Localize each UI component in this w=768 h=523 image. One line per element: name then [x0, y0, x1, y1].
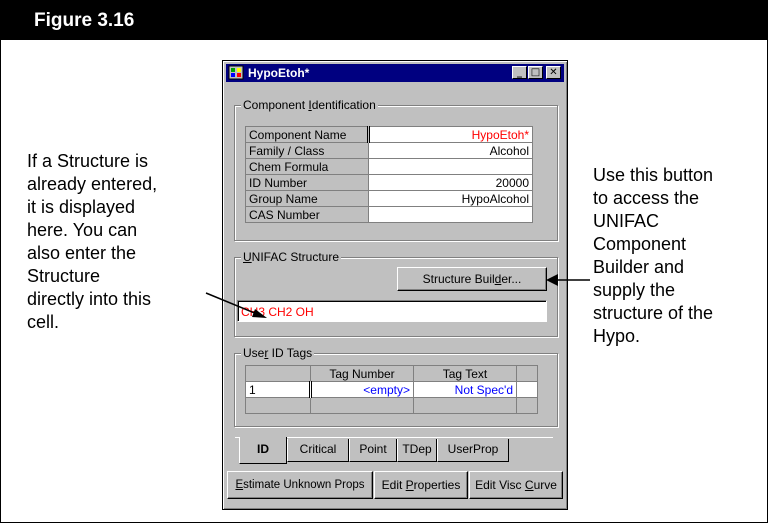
- tags-column-header: Tag Number: [310, 365, 414, 382]
- property-value[interactable]: [368, 158, 533, 175]
- tags-header-end: [516, 365, 538, 382]
- property-name: Component Name: [245, 126, 369, 143]
- window-titlebar[interactable]: HypoEtoh* _ □ ✕: [226, 64, 564, 82]
- table-row: [245, 397, 538, 414]
- figure-header: Figure 3.16: [0, 0, 768, 40]
- window-title: HypoEtoh*: [248, 66, 310, 80]
- table-row: 1 <empty> Not Spec'd: [245, 381, 538, 398]
- right-callout: Use this button to access the UNIFAC Com…: [593, 165, 714, 346]
- tab-critical[interactable]: Critical: [287, 439, 349, 462]
- app-icon: [228, 65, 244, 80]
- unifac-structure-field[interactable]: CH3 CH2 OH: [237, 300, 547, 322]
- tags-column-header: Tag Text: [413, 365, 517, 382]
- unifac-label: UNIFAC Structure: [241, 250, 342, 264]
- component-id-row: Group Name HypoAlcohol: [245, 190, 533, 207]
- empty-tag-cell[interactable]: [310, 397, 414, 414]
- component-id-table: Component Name HypoEtoh* Family / Class Alc…: [245, 126, 533, 223]
- component-id-row: CAS Number: [245, 206, 533, 223]
- user-id-tags-label: User ID Tags: [241, 346, 315, 360]
- edit-properties-button[interactable]: Edit Properties: [374, 471, 468, 499]
- property-value[interactable]: HypoAlcohol: [368, 190, 533, 207]
- component-id-row: Component Name HypoEtoh*: [245, 126, 533, 143]
- tab-userprop[interactable]: UserProp: [437, 439, 509, 462]
- property-value[interactable]: 20000: [368, 174, 533, 191]
- tags-header-row: Tag Number Tag Text: [245, 365, 538, 382]
- structure-builder-button[interactable]: Structure Builder...: [397, 267, 547, 291]
- tag-row-index: 1: [245, 381, 311, 398]
- component-identification-label: Component Identification: [241, 98, 378, 112]
- tag-row-end: [516, 381, 538, 398]
- tags-header-corner: [245, 365, 311, 382]
- left-callout: If a Structure is already entered, it is…: [27, 151, 158, 332]
- tab-tdep[interactable]: TDep: [397, 439, 437, 462]
- property-name: Group Name: [245, 190, 369, 207]
- property-value[interactable]: Alcohol: [368, 142, 533, 159]
- tab-point[interactable]: Point: [349, 439, 397, 462]
- empty-tag-cell[interactable]: [413, 397, 517, 414]
- property-name: Family / Class: [245, 142, 369, 159]
- property-name: ID Number: [245, 174, 369, 191]
- figure-title: Figure 3.16: [34, 10, 135, 31]
- edit-visc-curve-button[interactable]: Edit Visc Curve: [469, 471, 563, 499]
- minimize-button[interactable]: _: [512, 66, 527, 79]
- estimate-unknown-props-button[interactable]: Estimate Unknown Props: [227, 471, 373, 499]
- close-button[interactable]: ✕: [546, 66, 561, 79]
- hypo-window: HypoEtoh* _ □ ✕ Component Identification…: [222, 60, 568, 510]
- empty-tag-cell[interactable]: [516, 397, 538, 414]
- maximize-button[interactable]: □: [528, 66, 543, 79]
- tab-id[interactable]: ID: [239, 437, 287, 464]
- property-name: Chem Formula: [245, 158, 369, 175]
- property-value[interactable]: [368, 206, 533, 223]
- property-name: CAS Number: [245, 206, 369, 223]
- component-id-row: Chem Formula: [245, 158, 533, 175]
- tag-text-cell[interactable]: Not Spec'd: [413, 381, 517, 398]
- component-id-row: ID Number 20000: [245, 174, 533, 191]
- tag-number-cell[interactable]: <empty>: [309, 381, 414, 398]
- component-id-row: Family / Class Alcohol: [245, 142, 533, 159]
- user-tags-table: Tag Number Tag Text 1 <empty> Not Spec'd: [245, 365, 538, 414]
- property-value[interactable]: HypoEtoh*: [367, 126, 533, 143]
- empty-tag-cell[interactable]: [245, 397, 311, 414]
